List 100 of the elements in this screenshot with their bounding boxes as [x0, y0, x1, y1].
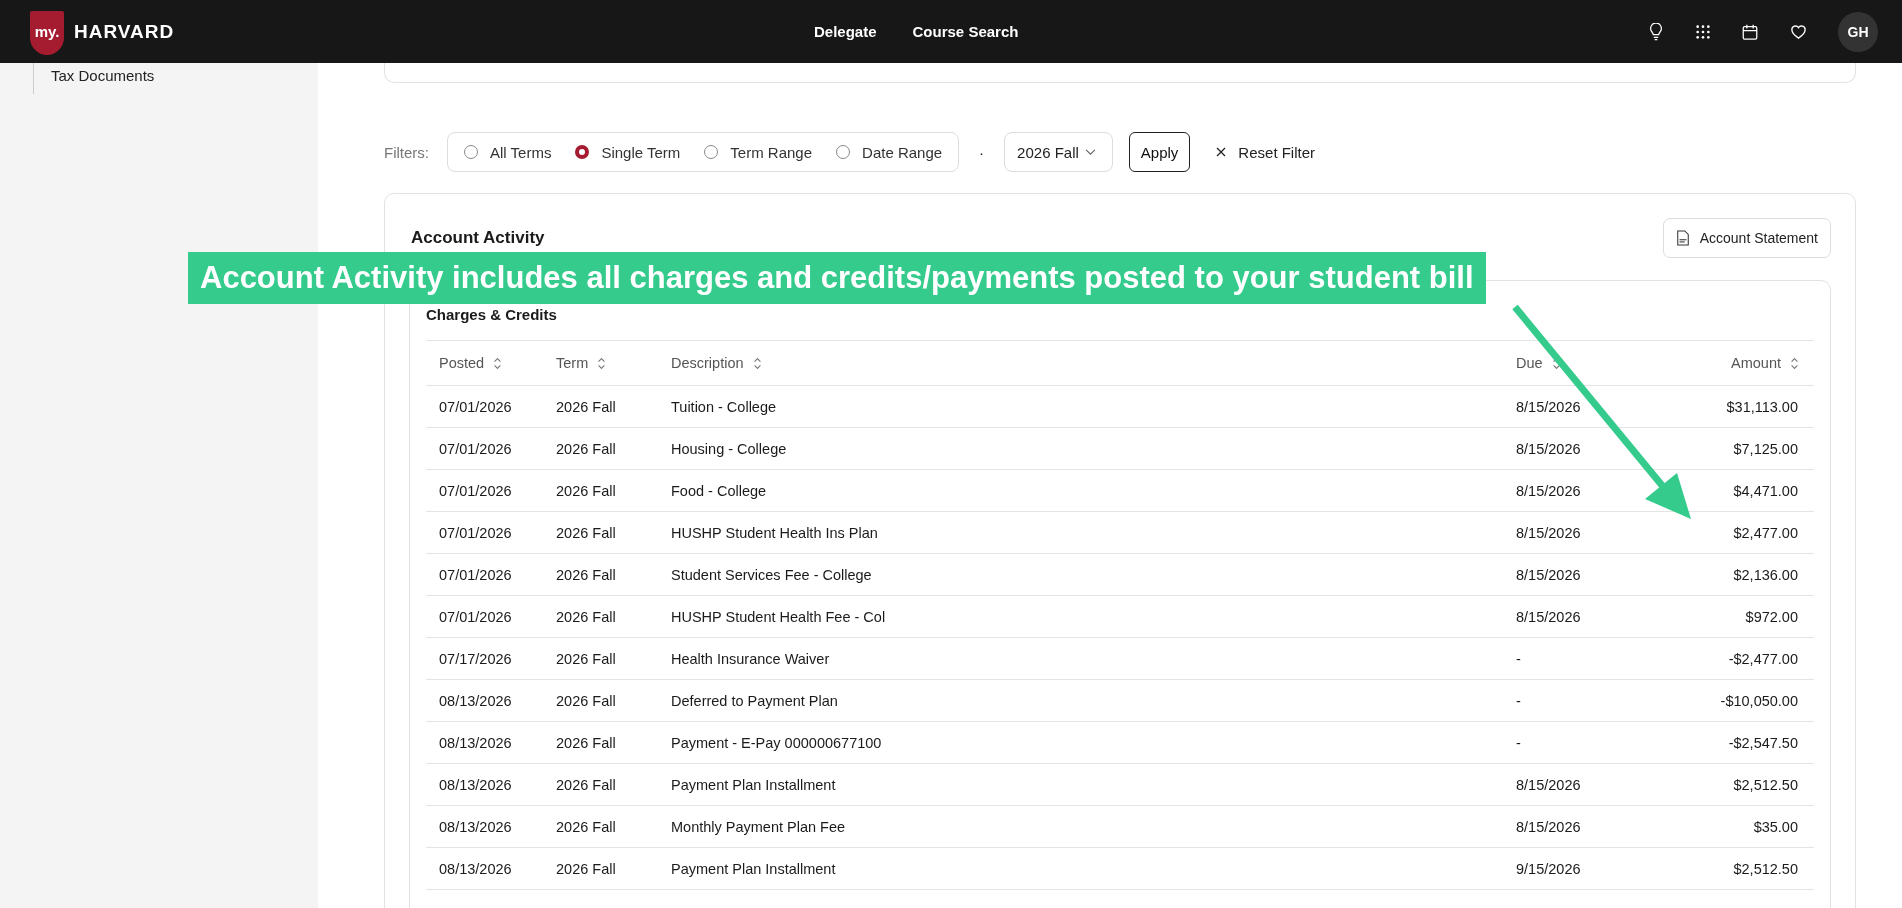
term-cell: 2026 Fall	[556, 860, 616, 877]
posted-date: 07/01/2026	[439, 566, 512, 583]
term-dropdown[interactable]: 2026 Fall	[1004, 132, 1113, 172]
column-header[interactable]: Description	[671, 355, 761, 371]
posted-date: 07/01/2026	[439, 440, 512, 457]
description-cell: Payment Plan Installment	[671, 776, 836, 793]
description-cell: HUSHP Student Health Ins Plan	[671, 524, 878, 541]
due-date: -	[1516, 650, 1521, 667]
reset-filter-button[interactable]: Reset Filter	[1210, 142, 1322, 162]
sort-icon	[1552, 357, 1560, 369]
amount-cell: -$10,050.00	[1720, 692, 1798, 709]
term-cell: 2026 Fall	[556, 524, 616, 541]
radio-icon[interactable]	[575, 145, 590, 159]
description-cell: Student Services Fee - College	[671, 566, 872, 583]
due-date: 8/15/2026	[1516, 818, 1581, 835]
sort-icon	[598, 357, 606, 369]
lightbulb-icon[interactable]	[1647, 22, 1665, 41]
posted-date: 07/01/2026	[439, 482, 512, 499]
grid-icon[interactable]	[1695, 23, 1711, 40]
heart-icon[interactable]	[1789, 22, 1808, 41]
term-cell: 2026 Fall	[556, 482, 616, 499]
due-date: 9/15/2026	[1516, 860, 1581, 877]
posted-date: 08/13/2026	[439, 818, 512, 835]
user-avatar[interactable]: GH	[1838, 11, 1878, 52]
radio-label: Term Range	[730, 143, 813, 161]
term-cell: 2026 Fall	[556, 692, 616, 709]
due-date: -	[1516, 734, 1521, 751]
posted-date: 07/01/2026	[439, 398, 512, 415]
due-date: 8/15/2026	[1516, 440, 1581, 457]
amount-cell: $7,125.00	[1733, 440, 1798, 457]
chevron-down-icon	[1084, 148, 1096, 156]
term-cell: 2026 Fall	[556, 440, 616, 457]
description-cell: Deferred to Payment Plan	[671, 692, 838, 709]
description-cell: HUSHP Student Health Fee - Col	[671, 608, 886, 625]
amount-cell: $2,477.00	[1733, 524, 1798, 541]
description-cell: Payment - E-Pay 000000677100	[671, 734, 882, 751]
radio-label: Single Term	[601, 143, 681, 161]
term-cell: 2026 Fall	[556, 776, 616, 793]
posted-date: 08/13/2026	[439, 734, 512, 751]
amount-cell: $2,136.00	[1733, 566, 1798, 583]
logo-text[interactable]: HARVARD	[74, 20, 175, 43]
term-cell: 2026 Fall	[556, 650, 616, 667]
radio-label: All Terms	[490, 143, 552, 161]
apply-button[interactable]: Apply	[1128, 132, 1191, 172]
sidebar-item[interactable]: Tax Documents	[51, 67, 318, 84]
logo-shield[interactable]: my.	[30, 10, 64, 55]
description-cell: Monthly Payment Plan Fee	[671, 818, 846, 835]
amount-cell: $2,512.50	[1733, 860, 1798, 877]
amount-cell: -$2,477.00	[1728, 650, 1798, 667]
term-radio-option[interactable]: Term Range	[704, 143, 813, 161]
term-cell: 2026 Fall	[556, 566, 616, 583]
table-title: Charges & Credits	[426, 305, 558, 323]
posted-date: 07/01/2026	[439, 524, 512, 541]
sort-icon	[753, 357, 761, 369]
separator-dot: ·	[979, 143, 985, 161]
description-cell: Tuition - College	[671, 398, 777, 415]
due-date: 8/15/2026	[1516, 398, 1581, 415]
due-date: 8/15/2026	[1516, 524, 1581, 541]
nav-link[interactable]: Delegate	[814, 23, 877, 40]
amount-cell: $35.00	[1753, 818, 1798, 835]
due-date: 8/15/2026	[1516, 608, 1581, 625]
calendar-icon[interactable]	[1741, 22, 1759, 41]
posted-date: 08/13/2026	[439, 776, 512, 793]
due-date: -	[1516, 692, 1521, 709]
nav-link[interactable]: Course Search	[912, 23, 1019, 40]
column-header[interactable]: Due	[1516, 355, 1560, 371]
due-date: 8/15/2026	[1516, 776, 1581, 793]
posted-date: 07/17/2026	[439, 650, 512, 667]
sort-icon	[1791, 357, 1798, 369]
column-header[interactable]: Posted	[439, 355, 502, 371]
posted-date: 07/01/2026	[439, 608, 512, 625]
term-cell: 2026 Fall	[556, 734, 616, 751]
amount-cell: $972.00	[1745, 608, 1798, 625]
filters-label: Filters:	[384, 143, 429, 161]
column-header[interactable]: Term	[556, 355, 606, 371]
callout-banner: Account Activity includes all charges and credits/payments posted to your student bill	[188, 252, 1486, 304]
term-radio-option[interactable]: All Terms	[464, 143, 552, 161]
pdf-file-icon	[1675, 230, 1690, 246]
sort-icon	[494, 357, 502, 369]
radio-label: Date Range	[862, 143, 943, 161]
term-radio-option[interactable]: Single Term	[575, 143, 681, 161]
description-cell: Payment Plan Installment	[671, 860, 836, 877]
due-date: 8/15/2026	[1516, 566, 1581, 583]
column-header[interactable]: Amount	[1731, 355, 1798, 371]
description-cell: Food - College	[671, 482, 767, 499]
term-cell: 2026 Fall	[556, 608, 616, 625]
posted-date: 08/13/2026	[439, 860, 512, 877]
posted-date: 08/13/2026	[439, 692, 512, 709]
description-cell: Health Insurance Waiver	[671, 650, 830, 667]
amount-cell: $2,512.50	[1733, 776, 1798, 793]
account-statement-button[interactable]: Account Statement	[1662, 218, 1831, 258]
term-cell: 2026 Fall	[556, 398, 616, 415]
term-cell: 2026 Fall	[556, 818, 616, 835]
amount-cell: -$2,547.50	[1728, 734, 1798, 751]
section-title: Account Activity	[411, 228, 545, 248]
close-icon	[1216, 147, 1227, 157]
amount-cell: $31,113.00	[1726, 398, 1798, 415]
term-radio-option[interactable]: Date Range	[836, 143, 943, 161]
amount-cell: $4,471.00	[1733, 482, 1798, 499]
description-cell: Housing - College	[671, 440, 787, 457]
